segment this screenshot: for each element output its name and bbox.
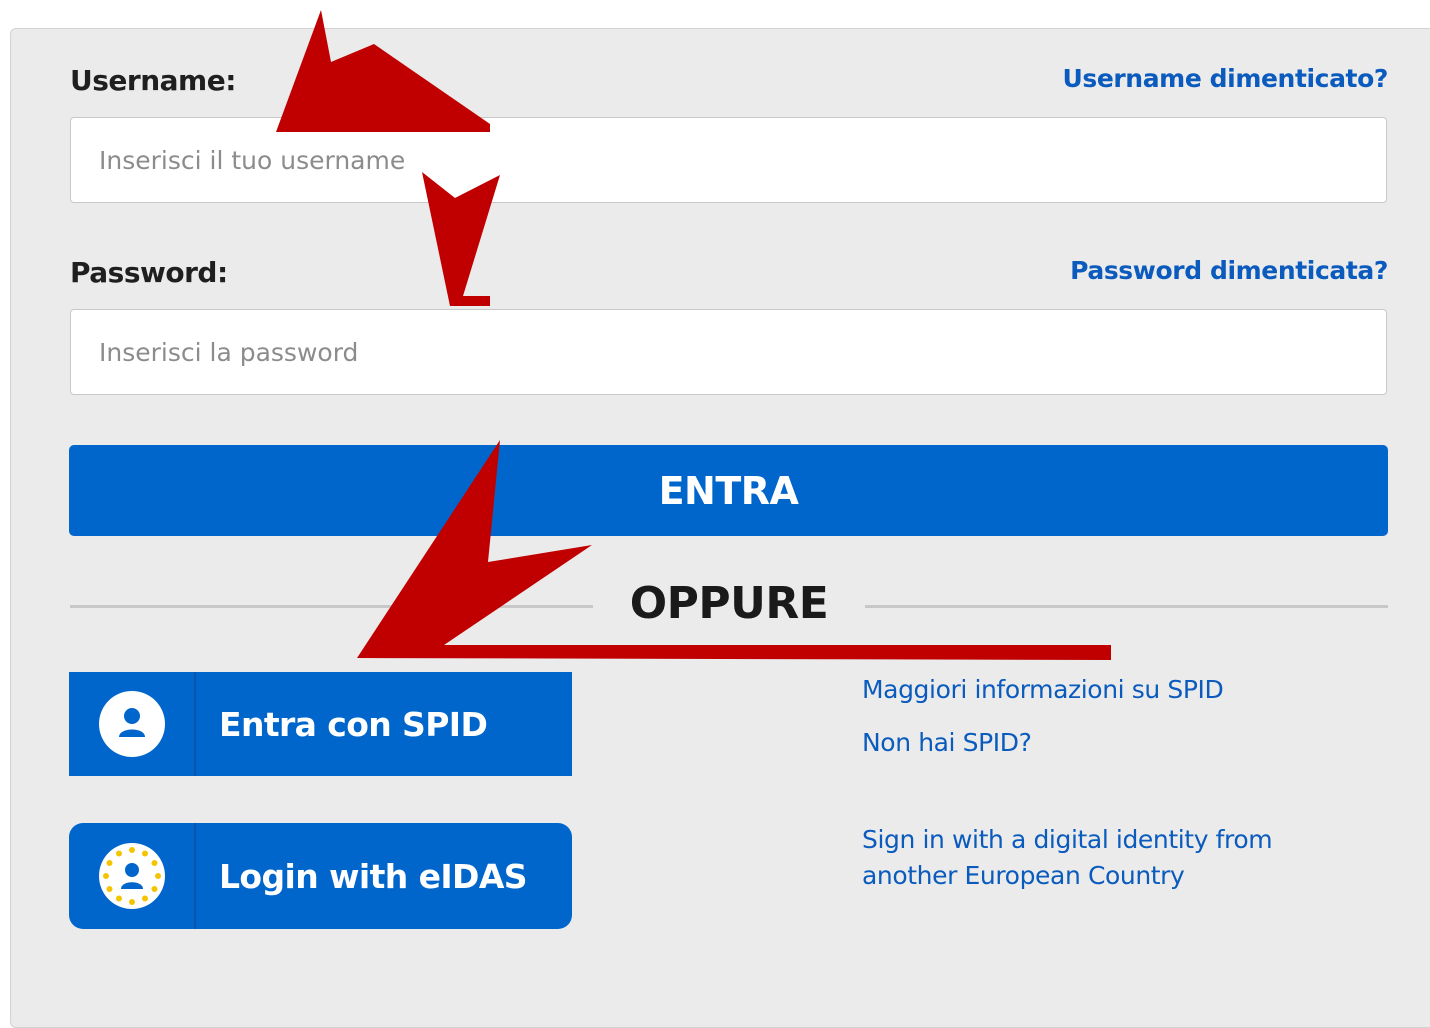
- eidas-button-label: Login with eIDAS: [219, 856, 528, 896]
- password-input[interactable]: [70, 309, 1387, 395]
- password-label: Password:: [70, 256, 228, 289]
- username-forgot-link[interactable]: Username dimenticato?: [1062, 64, 1388, 93]
- username-label: Username:: [70, 64, 236, 97]
- separator-line-left: [70, 605, 593, 608]
- spid-login-button[interactable]: Entra con SPID: [69, 672, 572, 776]
- eidas-info-link[interactable]: Sign in with a digital identity from ano…: [862, 822, 1322, 894]
- spid-icon-box: [69, 672, 196, 776]
- spid-info-link[interactable]: Maggiori informazioni su SPID: [862, 672, 1224, 708]
- eidas-login-button[interactable]: Login with eIDAS: [69, 823, 572, 929]
- eidas-icon-box: [69, 823, 196, 929]
- eu-stars-user-icon: [98, 843, 165, 909]
- separator-line-right: [865, 605, 1388, 608]
- separator-text: OPPURE: [629, 578, 829, 629]
- username-input[interactable]: [70, 117, 1387, 203]
- user-icon: [98, 691, 165, 757]
- entra-button[interactable]: ENTRA: [69, 445, 1388, 536]
- password-forgot-link[interactable]: Password dimenticata?: [1070, 256, 1388, 285]
- spid-button-label: Entra con SPID: [219, 704, 488, 744]
- no-spid-link[interactable]: Non hai SPID?: [862, 725, 1032, 761]
